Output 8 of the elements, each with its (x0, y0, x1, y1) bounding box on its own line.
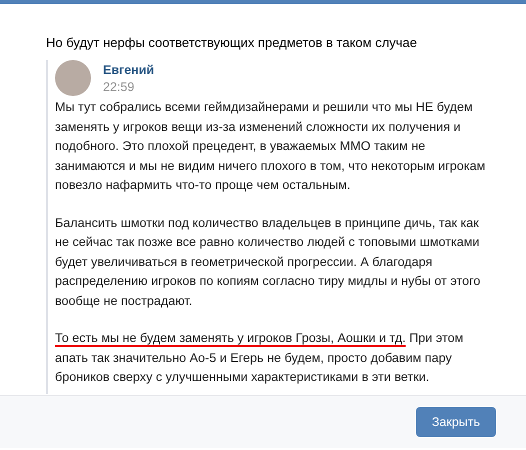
quoted-paragraph: Балансить шмотки под количество владельцев в принципе дичь, так как не сейчас так позже все равно количество людей с топовыми шмотками будет увеличиваться в геометрической прогрессии. А благодаря распределению игроков по копиям согласно тиру мидлы и нубы от этого вообще не пострадают. (55, 214, 482, 310)
message-text: Но будут нерфы соответствующих предметов в таком случае (46, 34, 418, 52)
author-link[interactable]: Евгений (103, 62, 154, 78)
quoted-paragraph: Мы тут собрались всеми геймдизайнерами и решили что мы НЕ будем заменять у игроков вещи из-за изменений сложности их получения и подобного. Это плохой прецедент, в уважаемых ММО таким не занимаются и мы не видим ничего плохого в том, что некоторым игрокам повезло нафармить что-то проще чем остальным. (55, 99, 486, 194)
avatar-photo-placeholder (55, 60, 91, 96)
close-button[interactable]: Закрыть (416, 407, 496, 437)
quoted-paragraph: То есть мы не будем заменять у игроков Грозы, Аошки и тд. При этом апать так значительно Ао-5 и Егерь не будем, просто добавим пару броников сверху с улучшенными характеристиками в эти ветки. (55, 330, 464, 386)
message-time: 22:59 (103, 79, 136, 96)
